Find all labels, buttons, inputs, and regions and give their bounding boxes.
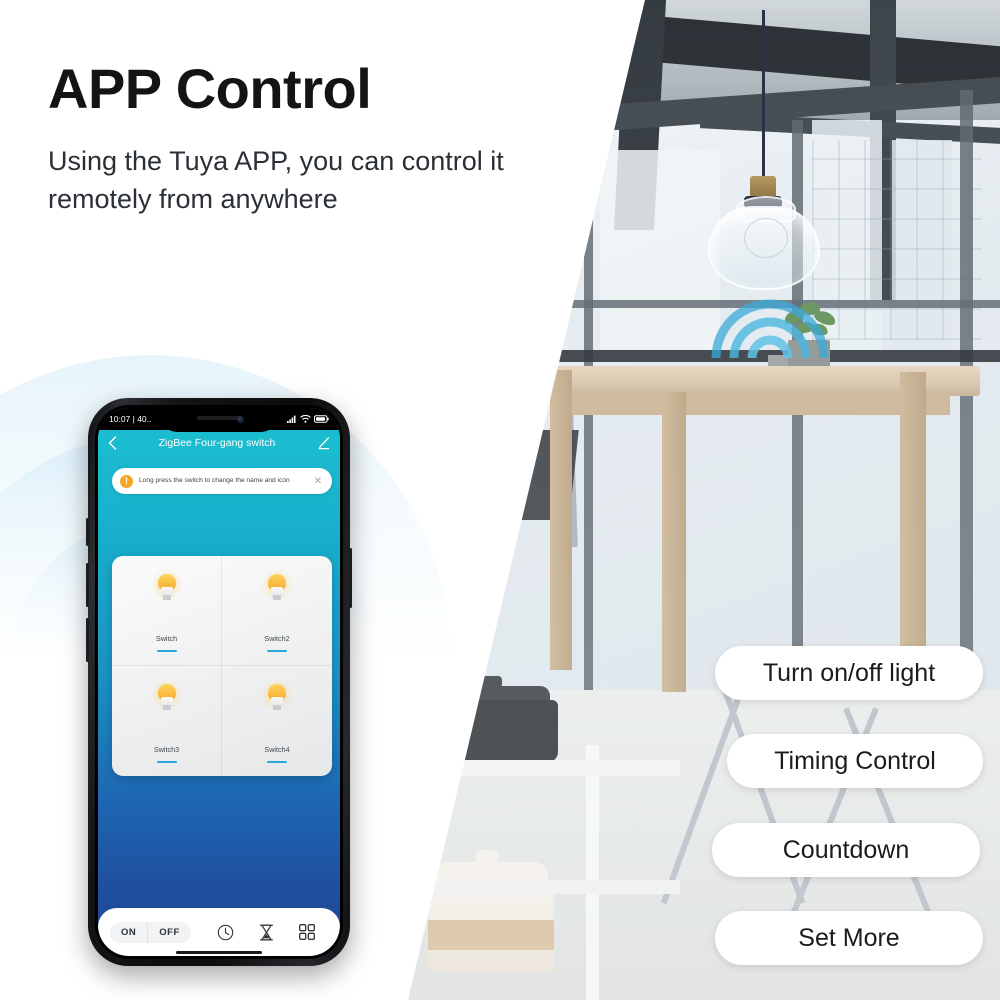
- page-title: APP Control: [48, 57, 372, 120]
- hint-banner-text: Long press the switch to change the name…: [139, 476, 290, 484]
- feature-label: Set More: [798, 923, 900, 952]
- switch-tile[interactable]: Switch: [112, 556, 222, 666]
- app-header: ZigBee Four-gang switch: [98, 430, 340, 456]
- switch-grid: Switch Switch2 Switch3 Switch4: [112, 556, 332, 776]
- switch-tile[interactable]: Switch3: [112, 666, 222, 776]
- exclamation-icon: !: [120, 474, 133, 488]
- switch-tile[interactable]: Switch4: [222, 666, 332, 776]
- chevron-left-icon[interactable]: [108, 436, 117, 450]
- phone-screen: 10:07 | 40.. ZigBee Four-gang switch ! L…: [98, 408, 340, 956]
- volume-up-button[interactable]: [86, 563, 89, 607]
- feature-pill-set-more: Set More: [715, 911, 983, 965]
- lamp-filament: [744, 218, 788, 258]
- timer-button[interactable]: [205, 924, 246, 941]
- wifi-icon: [300, 415, 311, 423]
- cart-post: [408, 700, 409, 1000]
- switch-indicator: [156, 649, 177, 652]
- hourglass-icon: [259, 924, 273, 940]
- page-subtitle: Using the Tuya APP, you can control it r…: [48, 146, 504, 215]
- smartphone-mockup: 10:07 | 40.. ZigBee Four-gang switch ! L…: [86, 398, 352, 966]
- app-bottom-toolbar: ON OFF: [98, 908, 340, 956]
- phone-bezel: 10:07 | 40.. ZigBee Four-gang switch ! L…: [95, 405, 343, 959]
- feature-pill-timing-control: Timing Control: [727, 734, 983, 788]
- countdown-button[interactable]: [246, 924, 287, 941]
- status-bar-time: 10:07 | 40..: [109, 414, 152, 424]
- home-indicator[interactable]: [176, 951, 262, 954]
- feature-label: Turn on/off light: [762, 658, 936, 687]
- switch-indicator: [267, 760, 287, 763]
- feature-label: Timing Control: [774, 746, 936, 775]
- switch-label: Switch4: [264, 745, 290, 754]
- lamp-cord: [762, 10, 765, 178]
- battery-icon: [314, 415, 329, 423]
- switch-indicator: [156, 760, 177, 763]
- switch-label: Switch2: [264, 634, 290, 643]
- pencil-icon[interactable]: [317, 436, 330, 450]
- switch-label: Switch: [155, 634, 178, 643]
- switch-indicator: [267, 649, 287, 652]
- grid-icon: [299, 924, 316, 940]
- volume-down-button[interactable]: [86, 618, 89, 662]
- clock-icon: [217, 924, 234, 940]
- bulb-icon: [149, 568, 184, 602]
- app-title: ZigBee Four-gang switch: [158, 437, 276, 449]
- poster-canvas: APP Control Using the Tuya APP, you can …: [0, 0, 1000, 1000]
- phone-side-button[interactable]: [86, 518, 89, 546]
- hint-banner[interactable]: ! Long press the switch to change the na…: [112, 468, 332, 494]
- front-camera: [237, 416, 244, 423]
- earpiece-speaker: [197, 416, 241, 420]
- off-button[interactable]: OFF: [148, 922, 191, 943]
- more-button[interactable]: [287, 924, 328, 940]
- close-icon[interactable]: ✕: [312, 476, 324, 487]
- chair-frame: [473, 379, 490, 541]
- phone-notch: [161, 408, 277, 432]
- bulb-icon: [260, 568, 294, 602]
- signal-icon: [287, 415, 296, 423]
- status-bar-icons: [287, 415, 329, 423]
- power-button[interactable]: [349, 548, 352, 608]
- bulb-icon: [149, 678, 184, 712]
- switch-tile[interactable]: Switch2: [222, 556, 332, 666]
- bulb-icon: [260, 678, 294, 712]
- on-button[interactable]: ON: [110, 922, 147, 943]
- feature-label: Countdown: [782, 835, 910, 864]
- feature-pill-countdown: Countdown: [712, 823, 980, 877]
- on-off-toggle[interactable]: ON OFF: [110, 921, 191, 943]
- feature-pill-turn-on-off-light: Turn on/off light: [715, 646, 983, 700]
- lamp-socket: [750, 176, 776, 198]
- switch-label: Switch3: [153, 745, 180, 754]
